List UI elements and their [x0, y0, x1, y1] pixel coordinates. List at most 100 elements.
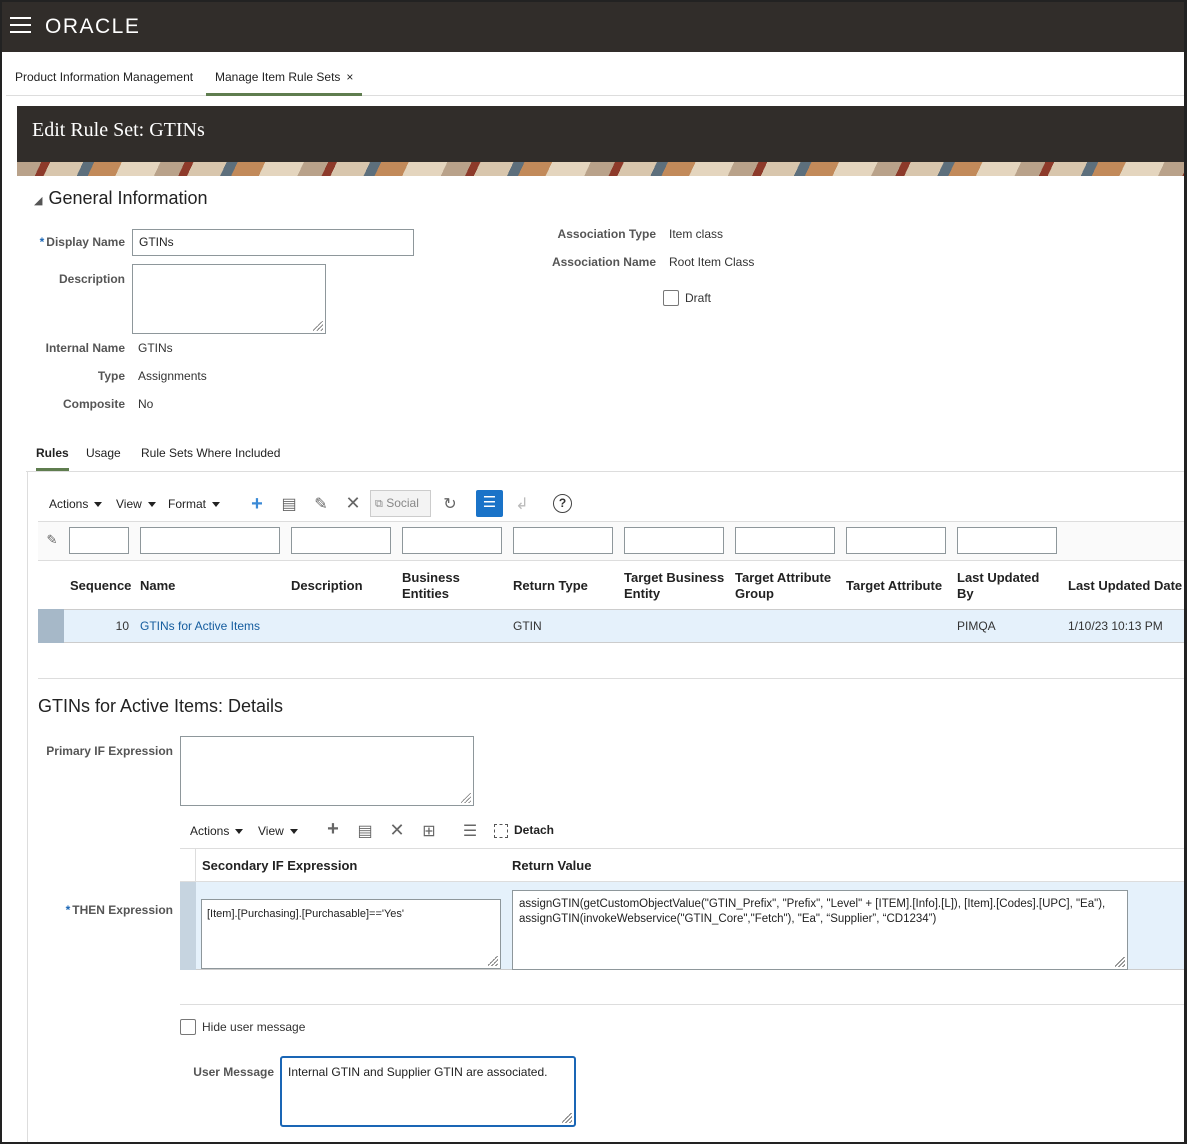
filter-sequence-input[interactable] — [69, 527, 129, 554]
resize-handle-icon[interactable] — [488, 956, 498, 966]
decorative-banner — [17, 162, 1187, 176]
user-message-textarea[interactable]: Internal GTIN and Supplier GTIN are asso… — [280, 1056, 576, 1127]
column-header-target-business-entity[interactable]: Target Business Entity — [624, 570, 732, 602]
refresh-icon[interactable]: ↻ — [440, 494, 460, 514]
page-title: Edit Rule Set: GTINs — [32, 119, 205, 141]
add-icon[interactable]: + — [247, 493, 267, 516]
column-header-name[interactable]: Name — [140, 578, 175, 594]
row-selector[interactable] — [38, 609, 64, 643]
details-actions-menu[interactable]: Actions — [190, 824, 244, 838]
column-header-business-entities[interactable]: Business Entities — [402, 570, 482, 602]
divider — [180, 1004, 1187, 1005]
filter-name-input[interactable] — [140, 527, 280, 554]
resize-handle-icon[interactable] — [1115, 957, 1125, 967]
hide-user-message-checkbox[interactable] — [180, 1019, 196, 1035]
internal-name-label: Internal Name — [45, 341, 125, 355]
query-by-example-icon[interactable]: ☰ — [460, 821, 480, 841]
secondary-if-expression-textarea[interactable]: [Item].[Purchasing].[Purchasable]=='Yes' — [201, 899, 501, 969]
resize-handle-icon[interactable] — [562, 1113, 572, 1123]
detach-icon — [494, 823, 508, 838]
rules-subtabs: Rules Usage Rule Sets Where Included — [26, 440, 1187, 472]
column-header-target-attribute-group[interactable]: Target Attribute Group — [735, 570, 843, 602]
duplicate-icon[interactable]: ▤ — [355, 821, 375, 841]
column-divider — [195, 848, 196, 882]
delete-icon[interactable]: ✕ — [387, 820, 407, 841]
subtab-rules[interactable]: Rules — [36, 446, 69, 471]
required-asterisk-icon: * — [39, 235, 45, 249]
freeze-icon[interactable]: ↲ — [512, 494, 532, 514]
display-name-label: * Display Name — [39, 235, 125, 249]
tab-label: Product Information Management — [15, 70, 194, 84]
user-message-label: User Message — [193, 1065, 274, 1079]
cell-last-updated-by: PIMQA — [957, 619, 996, 633]
table-settings-icon[interactable]: ⊞ — [419, 821, 439, 841]
column-header-description[interactable]: Description — [291, 578, 363, 594]
delete-icon[interactable]: ✕ — [343, 493, 363, 514]
association-type-label: Association Type — [557, 227, 656, 241]
query-by-example-icon[interactable]: ☰ — [476, 490, 503, 517]
general-information-section-header[interactable]: ◢ General Information — [34, 188, 208, 209]
row-selector[interactable] — [180, 882, 196, 970]
composite-label: Composite — [62, 397, 125, 411]
details-view-menu[interactable]: View — [258, 824, 298, 838]
divider — [38, 678, 1187, 679]
cell-last-updated-date: 1/10/23 10:13 PM — [1068, 619, 1163, 633]
filter-target-attribute-group-input[interactable] — [735, 527, 835, 554]
tab-label: Manage Item Rule Sets — [215, 70, 341, 84]
type-label: Type — [97, 369, 125, 383]
filter-target-business-entity-input[interactable] — [624, 527, 724, 554]
edit-pencil-icon[interactable]: ✎ — [311, 494, 331, 514]
column-header-return-type[interactable]: Return Type — [513, 578, 588, 594]
filter-return-type-input[interactable] — [513, 527, 613, 554]
resize-handle-icon[interactable] — [461, 793, 471, 803]
draft-checkbox[interactable] — [663, 290, 679, 306]
composite-value: No — [138, 397, 154, 411]
column-header-last-updated-by[interactable]: Last Updated By — [957, 570, 1047, 602]
close-tab-icon[interactable]: × — [346, 70, 353, 84]
hide-user-message-label: Hide user message — [202, 1020, 306, 1034]
type-value: Assignments — [138, 369, 207, 383]
page-tabs: Product Information Management Manage It… — [6, 52, 1187, 96]
page-header: Edit Rule Set: GTINs — [17, 106, 1187, 176]
return-value-textarea[interactable]: assignGTIN(getCustomObjectValue("GTIN_Pr… — [512, 890, 1128, 970]
details-section-title: GTINs for Active Items: Details — [38, 696, 284, 716]
add-icon[interactable]: + — [323, 818, 343, 841]
column-header-secondary-if-expression[interactable]: Secondary IF Expression — [202, 858, 357, 874]
resize-handle-icon[interactable] — [313, 321, 323, 331]
social-icon: ⧉ — [375, 498, 383, 510]
clear-filter-icon[interactable]: ✎ — [42, 532, 62, 548]
actions-menu[interactable]: Actions — [49, 497, 103, 511]
filter-target-attribute-input[interactable] — [846, 527, 946, 554]
column-header-target-attribute[interactable]: Target Attribute — [846, 578, 942, 594]
cell-sequence: 10 — [115, 619, 129, 633]
cell-name-link[interactable]: GTINs for Active Items — [140, 619, 260, 633]
column-header-return-value[interactable]: Return Value — [512, 858, 591, 874]
association-type-value: Item class — [669, 227, 724, 241]
filter-business-entities-input[interactable] — [402, 527, 502, 554]
display-name-input[interactable]: GTINs — [132, 229, 414, 256]
subtab-usage[interactable]: Usage — [86, 446, 121, 460]
social-button[interactable]: ⧉ Social — [370, 490, 431, 517]
filter-description-input[interactable] — [291, 527, 391, 554]
primary-if-expression-textarea[interactable] — [180, 736, 474, 806]
chevron-down-icon — [235, 829, 244, 835]
filter-last-updated-by-input[interactable] — [957, 527, 1057, 554]
collapse-triangle-icon[interactable]: ◢ — [34, 195, 42, 207]
tab-manage-item-rule-sets[interactable]: Manage Item Rule Sets × — [206, 52, 363, 96]
tab-product-information-management[interactable]: Product Information Management — [15, 52, 193, 96]
hamburger-menu-icon[interactable] — [10, 17, 31, 35]
format-menu[interactable]: Format — [168, 497, 221, 511]
then-expression-label: * THEN Expression — [65, 903, 173, 917]
detach-button[interactable]: Detach — [494, 823, 554, 838]
section-title: General Information — [48, 188, 208, 208]
association-name-value: Root Item Class — [669, 255, 755, 269]
help-icon[interactable]: ? — [553, 494, 572, 513]
view-menu[interactable]: View — [116, 497, 156, 511]
column-header-sequence[interactable]: Sequence — [70, 578, 131, 594]
duplicate-icon[interactable]: ▤ — [279, 494, 299, 514]
subtab-rule-sets-where-included[interactable]: Rule Sets Where Included — [141, 446, 280, 460]
chevron-down-icon — [289, 829, 298, 835]
column-header-last-updated-date[interactable]: Last Updated Date — [1068, 578, 1182, 594]
internal-name-value: GTINs — [138, 341, 173, 355]
description-textarea[interactable] — [132, 264, 326, 334]
